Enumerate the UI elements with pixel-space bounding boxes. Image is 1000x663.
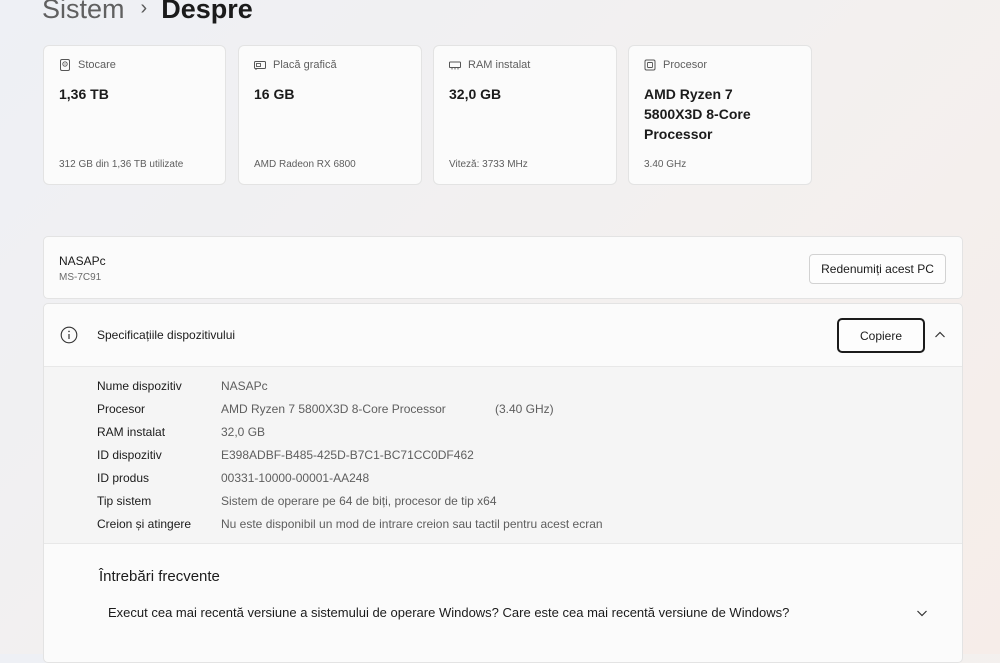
spec-label: Tip sistem (97, 494, 152, 508)
info-icon (60, 326, 78, 344)
breadcrumb-separator: › (140, 0, 148, 19)
device-specs-body: Nume dispozitiv NASAPc Procesor AMD Ryze… (44, 366, 962, 544)
processor-icon (644, 59, 656, 71)
card-title: Placă grafică (273, 59, 337, 71)
device-specs-panel: Specificațiile dispozitivului Copiere Nu… (43, 303, 963, 663)
copy-button[interactable]: Copiere (837, 318, 925, 353)
faq-question[interactable]: Execut cea mai recentă versiune a sistem… (108, 605, 789, 620)
device-specs-title: Specificațiile dispozitivului (97, 328, 236, 342)
chevron-up-icon[interactable] (934, 330, 946, 340)
spec-label: RAM instalat (97, 425, 166, 439)
spec-label: ID produs (97, 471, 150, 485)
spec-value: Nu este disponibil un mod de intrare cre… (221, 517, 603, 531)
card-title: Stocare (78, 59, 116, 71)
card-subtext: AMD Radeon RX 6800 (254, 159, 356, 170)
gpu-card[interactable]: Placă grafică 16 GB AMD Radeon RX 6800 (238, 45, 422, 185)
spec-value-frequency: (3.40 GHz) (495, 402, 554, 416)
card-title: Procesor (663, 59, 708, 71)
faq-title: Întrebări frecvente (99, 568, 220, 585)
card-value: 16 GB (254, 86, 295, 102)
spec-value: E398ADBF-B485-425D-B7C1-BC71CC0DF462 (221, 448, 474, 462)
pc-model: MS-7C91 (59, 272, 102, 283)
spec-value: NASAPc (221, 379, 268, 393)
storage-icon (60, 59, 70, 71)
spec-value: 00331-10000-00001-AA248 (221, 471, 370, 485)
pc-name: NASAPc (59, 254, 106, 268)
breadcrumb: Sistem › Despre (42, 0, 253, 25)
spec-label: Nume dispozitiv (97, 379, 182, 393)
card-subtext: 312 GB din 1,36 TB utilizate (59, 159, 184, 170)
card-subtext: Viteză: 3733 MHz (449, 159, 528, 170)
spec-label: ID dispozitiv (97, 448, 162, 462)
spec-label: Procesor (97, 402, 146, 416)
storage-card[interactable]: Stocare 1,36 TB 312 GB din 1,36 TB utili… (43, 45, 226, 185)
card-subtext: 3.40 GHz (644, 159, 687, 170)
device-specs-header[interactable]: Specificațiile dispozitivului Copiere (44, 304, 962, 366)
pc-name-panel: NASAPc MS-7C91 Redenumiți acest PC (43, 236, 963, 299)
ram-icon (449, 61, 461, 70)
rename-pc-button[interactable]: Redenumiți acest PC (809, 254, 946, 284)
card-title: RAM instalat (468, 59, 531, 71)
ram-card[interactable]: RAM instalat 32,0 GB Viteză: 3733 MHz (433, 45, 617, 185)
page-title: Despre (161, 0, 253, 24)
spec-value: AMD Ryzen 7 5800X3D 8-Core Processor (221, 402, 446, 416)
card-value: AMD Ryzen 7 5800X3D 8-Core Processor (644, 86, 751, 142)
card-value: 1,36 TB (59, 86, 109, 102)
spec-value: Sistem de operare pe 64 de biți, proceso… (221, 494, 497, 508)
card-value: 32,0 GB (449, 86, 502, 102)
spec-label: Creion și atingere (97, 517, 192, 531)
gpu-icon (254, 61, 266, 70)
processor-card[interactable]: Procesor AMD Ryzen 7 5800X3D 8-Core Proc… (628, 45, 812, 185)
spec-value: 32,0 GB (221, 425, 266, 439)
breadcrumb-parent[interactable]: Sistem (42, 0, 125, 25)
chevron-down-icon[interactable] (916, 608, 928, 618)
